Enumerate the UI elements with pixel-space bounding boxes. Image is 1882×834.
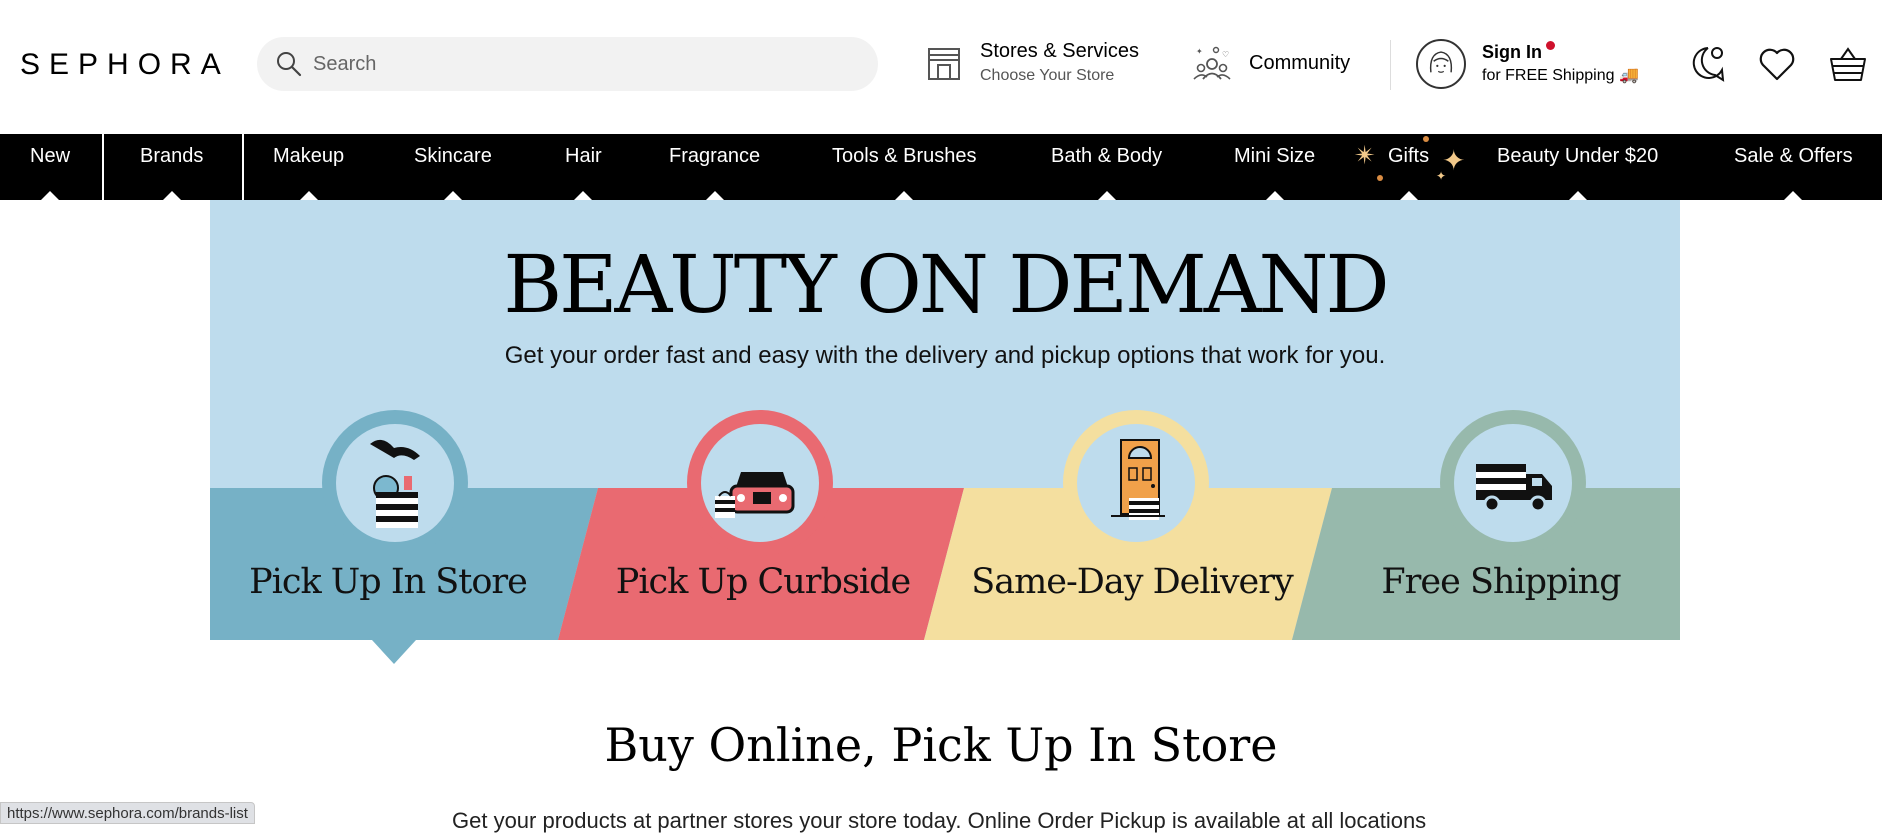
nav-gifts[interactable]: Gifts [1388,134,1429,200]
site-header: SEPHORA Stores & Services Choose Your St… [0,0,1882,134]
same-day-circle [1063,410,1209,556]
beauty-on-demand-banner[interactable]: BEAUTY ON DEMAND Get your order fast and… [210,200,1680,664]
main-nav: New Brands Makeup Skincare Hair Fragranc… [0,134,1882,200]
nav-bath-body[interactable]: Bath & Body [1051,134,1162,200]
svg-text:✴: ✴ [1354,140,1376,170]
search-input[interactable] [311,45,851,83]
nav-label: Skincare [414,145,492,167]
nav-label: Bath & Body [1051,145,1163,167]
nav-makeup[interactable]: Makeup [273,134,344,200]
nav-skincare[interactable]: Skincare [414,134,492,200]
store-icon[interactable] [926,46,962,82]
stores-services-link[interactable]: Stores & Services [980,40,1139,63]
nav-fragrance[interactable]: Fragrance [669,134,760,200]
car-icon [715,472,795,518]
section-title: Buy Online, Pick Up In Store [604,718,1278,772]
door-icon [1111,439,1165,520]
free-shipping-text: for FREE Shipping 🚚 [1482,67,1639,84]
nav-label: New [30,145,71,167]
nav-label: Gifts [1388,145,1430,167]
shopping-bag-icon [370,439,420,528]
community-icon[interactable]: ✦ ♡ [1192,44,1232,84]
choose-store-link[interactable]: Choose Your Store [980,67,1114,85]
nav-tools-brushes[interactable]: Tools & Brushes [832,134,977,200]
nav-label: Fragrance [669,145,761,167]
status-bar-url: https://www.sephora.com/brands-list [0,802,255,824]
header-divider [1390,40,1391,90]
banner-subtitle: Get your order fast and easy with the de… [504,342,1386,369]
nav-label: Tools & Brushes [832,145,977,167]
nav-separator [102,134,104,200]
search-bar[interactable] [257,37,878,91]
svg-text:♡: ♡ [1222,50,1229,59]
curbside-label: Pick Up Curbside [615,562,911,602]
sign-in-link[interactable]: Sign In [1482,42,1542,63]
search-icon [277,52,302,77]
svg-text:✦: ✦ [1196,47,1203,56]
svg-text:✦: ✦ [1436,169,1446,183]
pickup-store-circle [322,410,468,556]
nav-mini-size[interactable]: Mini Size [1234,134,1315,200]
selected-pointer [372,640,416,664]
nav-label: Brands [140,145,204,167]
pickup-store-label: Pick Up In Store [249,562,528,602]
notification-dot [1546,41,1555,50]
nav-beauty-under-20[interactable]: Beauty Under $20 [1497,134,1658,200]
nav-label: Hair [565,145,602,167]
nav-hair[interactable]: Hair [565,134,602,200]
banner-title: BEAUTY ON DEMAND [503,238,1389,331]
nav-brands[interactable]: Brands [140,134,203,200]
free-shipping-circle [1440,410,1586,556]
community-link[interactable]: Community [1249,52,1350,75]
nav-label: Sale & Offers [1734,145,1853,167]
nav-label: Beauty Under $20 [1497,145,1659,167]
nav-label: Mini Size [1234,145,1316,167]
nav-label: Makeup [273,145,345,167]
chat-icon[interactable] [1688,44,1728,84]
sephora-logo[interactable]: SEPHORA [20,48,230,82]
basket-icon[interactable] [1828,44,1868,84]
nav-new[interactable]: New [30,134,70,200]
avatar-icon[interactable] [1416,39,1466,89]
heart-icon[interactable] [1757,44,1797,84]
section-body-text: Get your products at partner stores your… [452,808,1427,833]
nav-sale-offers[interactable]: Sale & Offers [1734,134,1853,200]
free-shipping-label: Free Shipping [1381,562,1621,602]
same-day-label: Same-Day Delivery [971,562,1294,602]
curbside-circle [687,410,833,556]
truck-icon [1476,464,1552,513]
nav-separator [242,134,244,200]
